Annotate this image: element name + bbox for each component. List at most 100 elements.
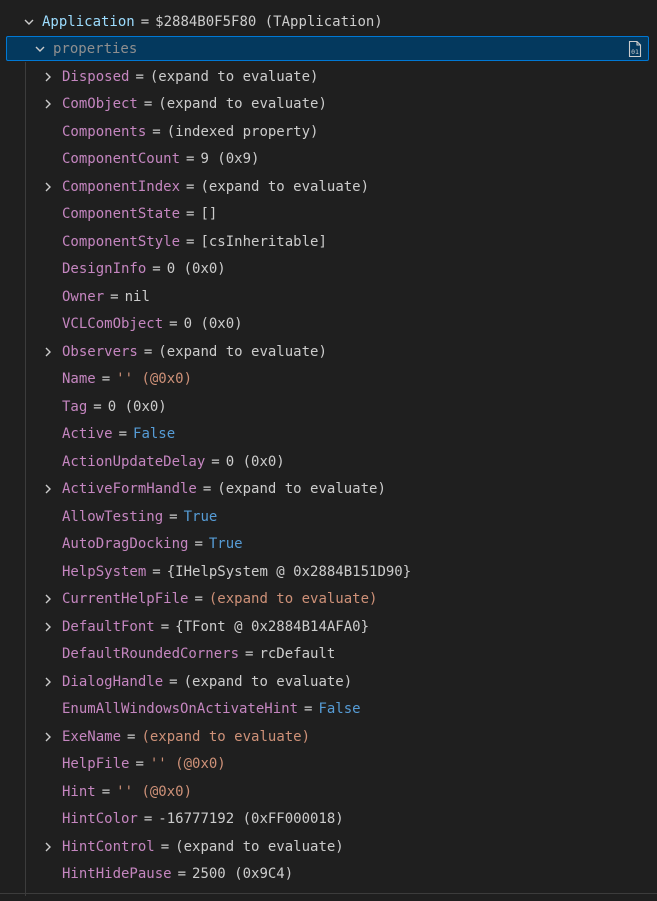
property-equals: = [186,206,195,223]
property-value: (expand to evaluate) [149,68,319,85]
property-equals: = [135,68,144,85]
property-name: ExeName [62,728,122,745]
property-value: (expand to evaluate) [217,481,386,498]
property-name: ActionUpdateDelay [62,453,206,470]
chevron-right-icon[interactable] [41,345,55,359]
chevron-right-icon[interactable] [41,675,55,689]
tree-row-components[interactable]: Components = (indexed property) [0,118,657,146]
property-equals: = [245,646,254,663]
property-equals: = [202,481,212,498]
tree-row-tag[interactable]: Tag = 0 (0x0) [0,393,657,421]
property-value: '' (@0x0) [116,371,193,388]
property-name: DefaultRoundedCorners [62,646,240,663]
tree-row-autodragdocking[interactable]: AutoDragDocking = True [0,531,657,559]
tree-row-activeformhandle[interactable]: ActiveFormHandle = (expand to evaluate) [0,476,657,504]
property-equals: = [169,508,178,525]
property-name: CurrentHelpFile [62,591,189,608]
tree-row-componentstyle[interactable]: ComponentStyle = [csInheritable] [0,228,657,256]
property-name: ComObject [62,96,138,113]
property-value: '' (@0x0) [116,783,193,800]
property-equals: = [143,811,153,828]
chevron-right-icon[interactable] [41,482,55,496]
binary-01-icon[interactable]: 01 [627,40,643,58]
tree-row-vclcomobject[interactable]: VCLComObject = 0 (0x0) [0,311,657,339]
chevron-right-icon[interactable] [41,97,55,111]
tree-row-dialoghandle[interactable]: DialogHandle = (expand to evaluate) [0,668,657,696]
tree-row-defaultfont[interactable]: DefaultFont = {TFont @ 0x2884B14AFA0} [0,613,657,641]
tree-row-hintcontrol[interactable]: HintControl = (expand to evaluate) [0,833,657,861]
tree-row-properties[interactable]: properties 01 [6,36,649,61]
property-value: rcDefault [259,646,336,663]
property-value: (indexed property) [166,123,319,140]
tree-row-hinthidepause[interactable]: HintHidePause = 2500 (0x9C4) [0,861,657,889]
property-name: HelpSystem [62,563,147,580]
property-equals: = [177,866,187,883]
property-value: (expand to evaluate) [141,728,311,745]
root-name: Application [42,13,135,30]
property-equals: = [186,233,195,250]
chevron-down-icon[interactable] [22,15,36,29]
tree-row-helpsystem[interactable]: HelpSystem = {IHelpSystem @ 0x2884B151D90} [0,558,657,586]
chevron-right-icon[interactable] [41,592,55,606]
chevron-right-icon[interactable] [41,70,55,84]
property-value: (expand to evaluate) [183,673,353,690]
tree-row-hintcolor[interactable]: HintColor = -16777192 (0xFF000018) [0,806,657,834]
tree-row-componentindex[interactable]: ComponentIndex = (expand to evaluate) [0,173,657,201]
property-value: True [208,536,243,553]
property-name: HelpFile [62,756,130,773]
tree-row-designinfo[interactable]: DesignInfo = 0 (0x0) [0,256,657,284]
property-name: HintHidePause [62,866,172,883]
tree-row-componentstate[interactable]: ComponentState = [] [0,201,657,229]
property-name: Owner [62,288,105,305]
property-value: 0 (0x0) [166,261,226,278]
property-value: (expand to evaluate) [208,591,378,608]
chevron-right-icon[interactable] [41,730,55,744]
tree-row-helpfile[interactable]: HelpFile = '' (@0x0) [0,751,657,779]
tree-row-disposed[interactable]: Disposed = (expand to evaluate) [0,63,657,91]
property-name: HintControl [62,838,155,855]
tree-row-observers[interactable]: Observers = (expand to evaluate) [0,338,657,366]
tree-row-allowtesting[interactable]: AllowTesting = True [0,503,657,531]
chevron-right-icon[interactable] [41,180,55,194]
tree-row-active[interactable]: Active = False [0,421,657,449]
tree-row-actionupdatedelay[interactable]: ActionUpdateDelay = 0 (0x0) [0,448,657,476]
property-value: 0 (0x0) [225,453,285,470]
property-equals: = [118,426,128,443]
property-equals: = [143,96,153,113]
tree-row-application[interactable]: Application = $2884B0F5F80 (TApplication… [0,8,657,36]
property-name: Components [62,123,147,140]
property-value: 9 (0x9) [200,151,260,168]
tree-row-comobject[interactable]: ComObject = (expand to evaluate) [0,91,657,119]
tree-row-name[interactable]: Name = '' (@0x0) [0,366,657,394]
property-equals: = [186,151,195,168]
property-value: [csInheritable] [200,233,327,250]
property-name: HintColor [62,811,138,828]
chevron-down-icon[interactable] [33,42,47,56]
tree-row-defaultroundedcorners[interactable]: DefaultRoundedCorners = rcDefault [0,641,657,669]
tree-row-componentcount[interactable]: ComponentCount = 9 (0x9) [0,146,657,174]
property-value: (expand to evaluate) [158,96,327,113]
tree-row-currenthelpfile[interactable]: CurrentHelpFile = (expand to evaluate) [0,586,657,614]
tree-row-hint[interactable]: Hint = '' (@0x0) [0,778,657,806]
property-value: {IHelpSystem @ 0x2884B151D90} [166,563,412,580]
property-name: ComponentStyle [62,233,181,250]
property-value: (expand to evaluate) [200,178,370,195]
chevron-right-icon[interactable] [41,620,55,634]
tree-row-owner[interactable]: Owner = nil [0,283,657,311]
property-name: AllowTesting [62,508,164,525]
chevron-right-icon[interactable] [41,840,55,854]
tree-row-exename[interactable]: ExeName = (expand to evaluate) [0,723,657,751]
property-equals: = [110,288,119,305]
tree-row-enumallwindowsonactivatehint[interactable]: EnumAllWindowsOnActivateHint = False [0,696,657,724]
